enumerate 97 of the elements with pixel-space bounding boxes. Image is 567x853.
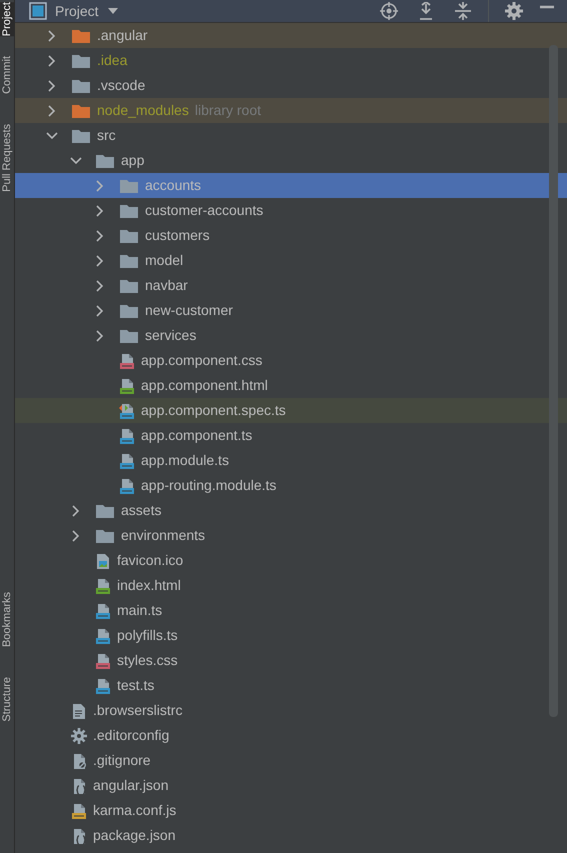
- file-name[interactable]: app.component.ts: [141, 425, 252, 446]
- expand-all-icon[interactable]: [418, 2, 434, 20]
- tree-row[interactable]: app.component.spec.ts: [15, 398, 567, 423]
- folder-name[interactable]: src: [97, 125, 116, 146]
- typescript-file-icon: [95, 602, 111, 618]
- dropdown-caret-icon[interactable]: [106, 7, 119, 15]
- typescript-file-icon: [119, 478, 135, 494]
- tree-row[interactable]: navbar: [15, 273, 567, 298]
- ignore-file-icon: [71, 752, 87, 768]
- folder-icon: [71, 52, 91, 68]
- folder-icon: [119, 252, 139, 268]
- folder-name[interactable]: .angular: [97, 25, 148, 46]
- javascript-file-icon: [71, 802, 87, 818]
- folder-icon: [95, 502, 115, 518]
- folder-name[interactable]: customers: [145, 225, 210, 246]
- tree-row[interactable]: services: [15, 323, 567, 348]
- file-name[interactable]: polyfills.ts: [117, 625, 178, 646]
- tree-row[interactable]: model: [15, 248, 567, 273]
- folder-name[interactable]: .vscode: [97, 75, 146, 96]
- tree-row[interactable]: app.module.ts: [15, 448, 567, 473]
- tree-row[interactable]: customer-accounts: [15, 198, 567, 223]
- file-name[interactable]: .editorconfig: [93, 725, 170, 746]
- tool-window-tab[interactable]: Structure: [0, 677, 14, 722]
- file-name[interactable]: app.module.ts: [141, 450, 229, 471]
- tool-window-tab[interactable]: Bookmarks: [0, 592, 14, 648]
- panel-title: Project: [55, 2, 99, 20]
- file-name[interactable]: favicon.ico: [117, 550, 184, 571]
- file-name[interactable]: package.json: [93, 825, 176, 846]
- text-file-icon: [71, 702, 87, 718]
- tool-window-tab[interactable]: Commit: [0, 56, 14, 94]
- file-name[interactable]: styles.css: [117, 650, 178, 671]
- folder-icon: [119, 228, 139, 244]
- tree-row[interactable]: .idea: [15, 48, 567, 73]
- json-file-icon: [71, 778, 87, 794]
- folder-icon: [119, 202, 139, 218]
- file-name[interactable]: index.html: [117, 575, 181, 596]
- tree-row[interactable]: .vscode: [15, 73, 567, 98]
- folder-icon: [71, 28, 91, 44]
- file-name[interactable]: main.ts: [117, 600, 162, 621]
- html-file-icon: [95, 578, 111, 594]
- tree-row[interactable]: .angular: [15, 23, 567, 48]
- tree-row[interactable]: app.component.html: [15, 373, 567, 398]
- settings-icon[interactable]: [505, 2, 523, 20]
- tree-row[interactable]: new-customer: [15, 298, 567, 323]
- folder-icon: [119, 328, 139, 344]
- typescript-file-icon: [95, 678, 111, 694]
- css-file-icon: [95, 652, 111, 668]
- tree-row[interactable]: app-routing.module.ts: [15, 473, 567, 498]
- collapse-all-icon[interactable]: [454, 2, 472, 20]
- json-file-icon: [71, 828, 87, 844]
- typescript-file-icon: [119, 428, 135, 444]
- folder-icon: [95, 528, 115, 544]
- folder-icon: [95, 152, 115, 168]
- image-file-icon: [95, 552, 111, 568]
- tree-row[interactable]: src: [15, 123, 567, 148]
- tool-window-tab[interactable]: Project: [0, 2, 14, 36]
- folder-name[interactable]: new-customer: [145, 300, 233, 321]
- file-name[interactable]: .gitignore: [93, 750, 151, 771]
- folder-name[interactable]: services: [145, 325, 196, 346]
- folder-icon: [119, 302, 139, 318]
- folder-icon: [71, 102, 91, 118]
- project-icon: [29, 2, 47, 20]
- folder-icon: [119, 278, 139, 294]
- file-name[interactable]: .browserslistrc: [93, 700, 182, 721]
- css-file-icon: [119, 352, 135, 368]
- locate-icon[interactable]: [380, 2, 398, 20]
- test-file-icon: [119, 402, 135, 418]
- file-name[interactable]: karma.conf.js: [93, 800, 176, 821]
- tree-row[interactable]: app.component.ts: [15, 423, 567, 448]
- file-name[interactable]: app.component.spec.ts: [141, 400, 286, 421]
- folder-name[interactable]: model: [145, 250, 184, 271]
- gear-icon: [71, 728, 87, 744]
- tree-row[interactable]: app.component.css: [15, 348, 567, 373]
- folder-icon: [119, 178, 139, 194]
- tree-row[interactable]: node_modules library root: [15, 98, 567, 123]
- scrollbar-thumb[interactable]: [549, 45, 558, 717]
- folder-icon: [71, 78, 91, 94]
- folder-note: library root: [194, 101, 261, 120]
- html-file-icon: [119, 378, 135, 394]
- folder-name[interactable]: node_modules: [97, 100, 189, 121]
- folder-name[interactable]: assets: [121, 500, 162, 521]
- folder-name[interactable]: app: [121, 150, 144, 171]
- file-name[interactable]: app.component.html: [141, 375, 268, 396]
- file-name[interactable]: app-routing.module.ts: [141, 475, 276, 496]
- file-name[interactable]: app.component.css: [141, 350, 262, 371]
- file-name[interactable]: test.ts: [117, 675, 154, 696]
- folder-name[interactable]: navbar: [145, 275, 188, 296]
- folder-icon: [71, 128, 91, 144]
- folder-name[interactable]: .idea: [97, 50, 128, 71]
- tree-row[interactable]: app: [15, 148, 567, 173]
- folder-name[interactable]: customer-accounts: [145, 200, 264, 221]
- folder-name[interactable]: environments: [121, 525, 206, 546]
- file-name[interactable]: angular.json: [93, 775, 169, 796]
- typescript-file-icon: [95, 628, 111, 644]
- tree-row[interactable]: customers: [15, 223, 567, 248]
- typescript-file-icon: [119, 452, 135, 468]
- tool-window-tab[interactable]: Pull Requests: [0, 124, 14, 192]
